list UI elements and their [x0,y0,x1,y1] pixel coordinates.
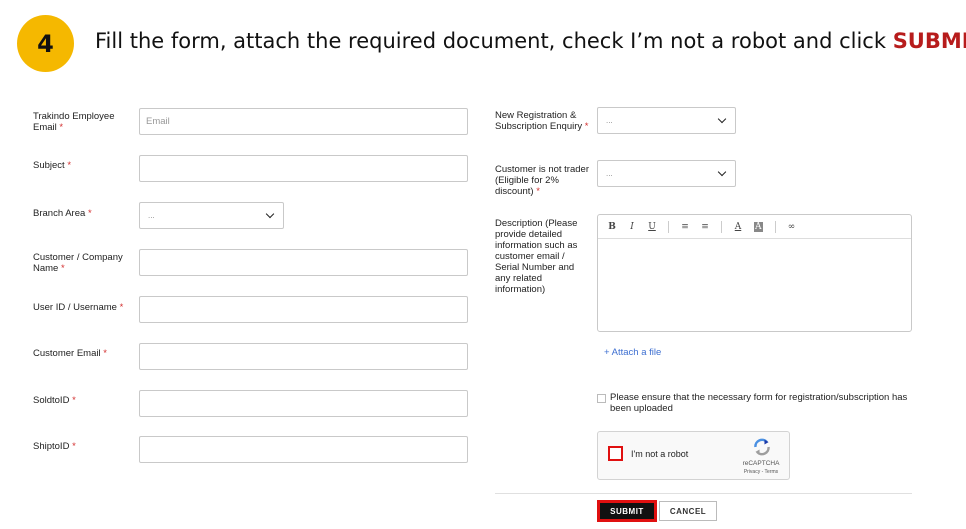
new-registration-select[interactable]: ... [597,107,736,134]
bullet-list-button[interactable]: ≡ [681,222,689,232]
customer-email-input[interactable] [139,343,468,370]
soldto-id-label: SoldtoID * [33,395,76,406]
toolbar-divider [774,220,776,233]
branch-area-label: Branch Area * [33,208,92,219]
underline-button[interactable]: U [648,222,656,232]
instruction-keyword: SUBMIT [892,29,966,53]
not-trader-value: ... [606,169,613,178]
customer-email-label: Customer Email * [33,348,107,359]
highlight-button[interactable]: A [754,221,763,232]
description-label: Description (Please provide detailed inf… [495,218,578,295]
step-number-badge: 4 [17,15,74,72]
subject-label: Subject * [33,160,72,171]
submit-button[interactable]: SUBMIT [597,500,657,522]
chevron-down-icon [717,167,727,176]
new-registration-label: New Registration & Subscription Enquiry … [495,110,589,132]
branch-area-select[interactable]: ... [139,202,284,229]
branch-area-value: ... [148,211,155,220]
not-trader-label: Customer is not trader (Eligible for 2% … [495,164,589,197]
user-id-label: User ID / Username * [33,302,124,313]
bold-button[interactable]: B [608,222,616,232]
toolbar-divider [721,220,722,233]
customer-name-input[interactable] [139,249,468,276]
chevron-down-icon [717,114,727,123]
ensure-uploaded-checkbox[interactable] [597,394,606,403]
shipto-id-input[interactable] [139,436,468,463]
customer-name-label: Customer / Company Name * [33,252,123,274]
editor-toolbar: B I U ≡ ≡ A A ∞ [598,215,911,239]
link-icon[interactable]: ∞ [788,222,796,232]
not-robot-label: I'm not a robot [631,449,689,459]
recaptcha-widget: I'm not a robot reCAPTCHA Privacy - Term… [597,431,790,480]
new-registration-value: ... [606,116,613,125]
italic-button[interactable]: I [628,222,636,232]
recaptcha-links[interactable]: Privacy - Terms [736,469,786,475]
font-color-button[interactable]: A [734,222,742,232]
form-footer-divider [495,493,912,494]
description-editor[interactable]: B I U ≡ ≡ A A ∞ [597,214,912,332]
numbered-list-button[interactable]: ≡ [701,222,709,232]
soldto-id-input[interactable] [139,390,468,417]
subject-input[interactable] [139,155,468,182]
ensure-uploaded-label: Please ensure that the necessary form fo… [610,392,908,414]
recaptcha-brand: reCAPTCHA [742,460,780,467]
instruction-text: Fill the form, attach the required docum… [95,29,893,53]
attach-file-link[interactable]: + Attach a file [604,347,661,358]
instruction-heading: Fill the form, attach the required docum… [95,29,966,53]
employee-email-label: Trakindo Employee Email * [33,111,115,133]
recaptcha-logo-icon [754,438,770,456]
chevron-down-icon [265,209,275,218]
employee-email-placeholder: Email [146,116,170,127]
shipto-id-label: ShiptoID * [33,441,76,452]
employee-email-input[interactable]: Email [139,108,468,135]
not-trader-select[interactable]: ... [597,160,736,187]
cancel-button[interactable]: CANCEL [659,501,717,521]
user-id-input[interactable] [139,296,468,323]
not-robot-checkbox[interactable] [608,446,623,461]
toolbar-divider [668,220,669,233]
